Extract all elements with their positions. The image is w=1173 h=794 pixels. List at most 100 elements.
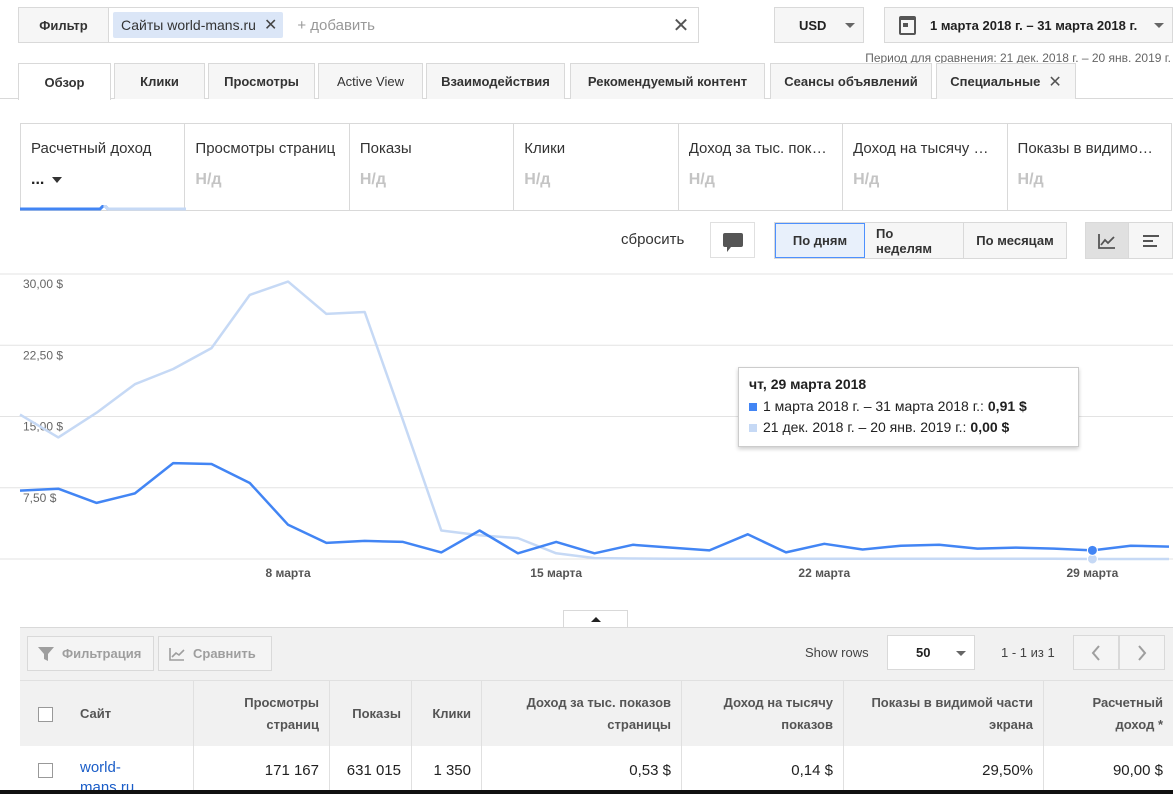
x-tick-label: 22 марта bbox=[798, 566, 850, 580]
rows-per-page-select[interactable]: 50 bbox=[887, 635, 975, 670]
line-chart-icon bbox=[169, 647, 185, 661]
x-tick-label: 8 марта bbox=[266, 566, 311, 580]
metric-impressions[interactable]: Показы Н/д bbox=[350, 124, 515, 210]
cell-clicks: 1 350 bbox=[412, 746, 482, 794]
metric-value: Н/д bbox=[688, 171, 715, 188]
line-chart-icon bbox=[1098, 233, 1115, 249]
select-all-checkbox[interactable] bbox=[37, 706, 53, 722]
metric-title: Расчетный доход bbox=[31, 140, 152, 157]
chevron-down-icon[interactable] bbox=[52, 177, 63, 183]
cell-page-rpm: 0,53 $ bbox=[482, 746, 682, 794]
clear-filter-icon[interactable]: ✕ bbox=[664, 13, 698, 38]
tab-label: Просмотры bbox=[224, 74, 299, 89]
metric-page-rpm[interactable]: Доход за тыс. показов страницы Н/д bbox=[679, 124, 844, 210]
reset-button[interactable]: сбросить bbox=[621, 231, 684, 248]
filter-chip-label: Сайты world-mans.ru bbox=[121, 17, 256, 33]
pagination-text: 1 - 1 из 1 bbox=[1001, 645, 1055, 660]
tooltip-value: 0,91 $ bbox=[987, 398, 1027, 414]
rows-per-page-value: 50 bbox=[916, 645, 931, 660]
y-tick-label: 22,50 $ bbox=[23, 348, 63, 362]
tab-recommended-content[interactable]: Рекомендуемый контент bbox=[570, 63, 765, 99]
metric-impression-rpm[interactable]: Доход на тысячу показов Н/д bbox=[843, 124, 1008, 210]
chevron-right-icon bbox=[1138, 644, 1147, 661]
filter-chip[interactable]: Сайты world-mans.ru ✕ bbox=[113, 12, 284, 38]
cell-site: world-mans.ru bbox=[70, 746, 194, 794]
chevron-down-icon bbox=[1154, 23, 1164, 28]
y-tick-label: 7,50 $ bbox=[23, 491, 57, 505]
collapse-chart-handle[interactable] bbox=[563, 610, 628, 628]
series-swatch bbox=[749, 423, 757, 432]
line-chart-button[interactable] bbox=[1086, 223, 1129, 258]
metric-viewable-impressions[interactable]: Показы в видимой части экрана Н/д bbox=[1008, 124, 1171, 210]
metric-page-views[interactable]: Просмотры страниц Н/д bbox=[185, 124, 350, 210]
horizontal-bar-icon bbox=[1142, 234, 1159, 247]
metric-estimated-revenue[interactable]: Расчетный доход ... bbox=[21, 124, 186, 210]
x-tick-label: 29 марта bbox=[1067, 566, 1119, 580]
compare-button[interactable]: Сравнить bbox=[158, 636, 272, 671]
report-tabs: Обзор Клики Просмотры Active View Взаимо… bbox=[0, 63, 1173, 100]
column-viewable-impressions[interactable]: Показы в видимой части экрана bbox=[844, 681, 1044, 747]
metric-clicks[interactable]: Клики Н/д bbox=[514, 124, 679, 210]
date-range-value: 1 марта 2018 г. – 31 марта 2018 г. bbox=[930, 17, 1138, 33]
filter-icon bbox=[38, 646, 54, 661]
currency-value: USD bbox=[799, 17, 827, 33]
cell-viewable-impressions: 29,50% bbox=[844, 746, 1044, 794]
column-page-rpm[interactable]: Доход за тыс. показов страницы bbox=[482, 681, 682, 747]
tab-active-view[interactable]: Active View bbox=[318, 63, 423, 99]
bar-chart-button[interactable] bbox=[1129, 223, 1172, 258]
x-tick-label: 15 марта bbox=[530, 566, 582, 580]
filter-label[interactable]: Фильтр bbox=[19, 8, 109, 42]
column-revenue[interactable]: Расчетный доход * bbox=[1044, 681, 1173, 747]
window-bottom-edge bbox=[0, 790, 1173, 794]
tab-custom[interactable]: Специальные ✕ bbox=[936, 63, 1076, 99]
annotation-button[interactable] bbox=[710, 222, 755, 258]
column-pageviews[interactable]: Просмотры страниц bbox=[194, 681, 330, 747]
report-table: Фильтрация Сравнить Show rows 50 1 - 1 и… bbox=[20, 627, 1173, 794]
cell-pageviews: 171 167 bbox=[194, 746, 330, 794]
tab-clicks[interactable]: Клики bbox=[114, 63, 205, 99]
tab-label: Специальные bbox=[950, 74, 1041, 89]
row-checkbox[interactable] bbox=[37, 763, 53, 778]
tooltip-label: 21 дек. 2018 г. – 20 янв. 2019 г.: bbox=[763, 419, 967, 435]
next-page-button[interactable] bbox=[1119, 635, 1165, 670]
chevron-up-icon bbox=[590, 617, 601, 622]
column-impression-rpm[interactable]: Доход на тысячу показов bbox=[682, 681, 844, 747]
metric-value: ... bbox=[31, 171, 45, 188]
y-tick-label: 15,00 $ bbox=[23, 420, 63, 434]
tab-interactions[interactable]: Взаимодействия bbox=[426, 63, 565, 99]
metric-title: Доход за тыс. показов страницы bbox=[688, 140, 832, 157]
filtration-label: Фильтрация bbox=[62, 646, 142, 661]
period-monthly-button[interactable]: По месяцам bbox=[964, 223, 1066, 258]
table-header: Сайт Просмотры страниц Показы Клики Дохо… bbox=[20, 680, 1173, 747]
tab-ad-sessions[interactable]: Сеансы объявлений bbox=[770, 63, 932, 99]
highlight-point-current bbox=[1086, 544, 1098, 556]
date-range-picker[interactable]: 1 марта 2018 г. – 31 марта 2018 г. bbox=[884, 7, 1173, 43]
select-all-cell bbox=[20, 681, 70, 747]
period-toggle: По дням По неделям По месяцам bbox=[774, 222, 1067, 259]
close-icon[interactable]: ✕ bbox=[264, 15, 277, 35]
column-clicks[interactable]: Клики bbox=[412, 681, 482, 747]
chevron-left-icon bbox=[1091, 644, 1100, 661]
add-filter-input[interactable]: + добавить bbox=[297, 17, 664, 34]
metric-value: Н/д bbox=[1017, 171, 1044, 188]
period-daily-button[interactable]: По дням bbox=[775, 223, 865, 258]
series-line-current-period bbox=[19, 461, 1170, 555]
column-site[interactable]: Сайт bbox=[70, 681, 194, 747]
site-link[interactable]: world-mans.ru bbox=[80, 758, 150, 794]
metric-title: Показы в видимой части экрана bbox=[1017, 140, 1161, 157]
tab-views[interactable]: Просмотры bbox=[208, 63, 315, 99]
tooltip-row: 1 марта 2018 г. – 31 марта 2018 г.: 0,91… bbox=[749, 396, 1068, 417]
filtration-button[interactable]: Фильтрация bbox=[27, 636, 154, 671]
tab-overview[interactable]: Обзор bbox=[18, 63, 111, 100]
tab-label: Взаимодействия bbox=[441, 74, 550, 89]
chevron-down-icon bbox=[956, 651, 966, 656]
column-impressions[interactable]: Показы bbox=[330, 681, 412, 747]
prev-page-button[interactable] bbox=[1073, 635, 1119, 670]
tab-label: Обзор bbox=[44, 74, 85, 90]
cell-impressions: 631 015 bbox=[330, 746, 412, 794]
period-weekly-button[interactable]: По неделям bbox=[865, 223, 964, 258]
close-icon[interactable]: ✕ bbox=[1048, 72, 1061, 92]
tab-label: Клики bbox=[140, 74, 179, 89]
currency-select[interactable]: USD bbox=[774, 7, 864, 43]
tooltip-value: 0,00 $ bbox=[970, 419, 1010, 435]
